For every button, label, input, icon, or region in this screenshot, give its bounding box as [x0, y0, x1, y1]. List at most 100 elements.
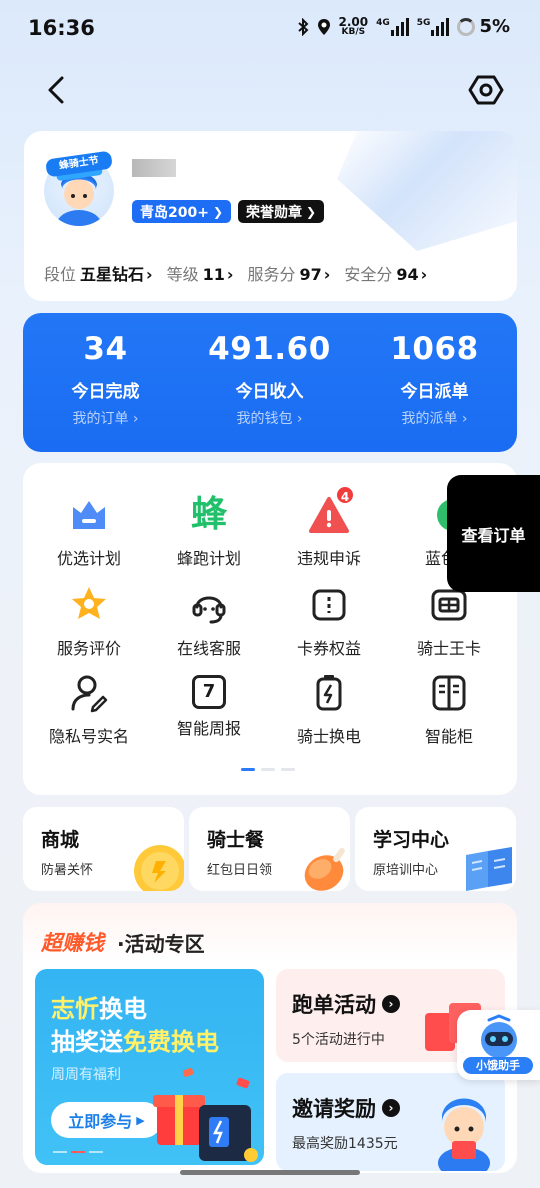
grid-item-label: 在线客服	[176, 639, 241, 658]
activity-title-highlight: 超赚钱	[41, 931, 104, 955]
join-now-label: 立即参与	[68, 1112, 133, 1131]
rider-mascot-icon	[438, 1098, 490, 1171]
grid-item-weekly-report[interactable]: 7 智能周报	[149, 671, 269, 739]
grid-item-privacy-realname[interactable]: 隐私号实名	[29, 671, 149, 747]
feature-grid-card: 优选计划 蜂 蜂跑计划 4 违规申诉 蓝色风 服务评价 在线客服 卡券权益	[23, 463, 517, 795]
signal-bars-icon	[390, 17, 409, 36]
summary-dispatched[interactable]: 1068 今日派单 我的派单 ›	[352, 331, 517, 428]
gift-battery-illustration	[153, 1068, 258, 1162]
chevron-right-icon: ❯	[212, 204, 224, 219]
promo-line-2b: 免费换电	[123, 1028, 219, 1056]
city-rank-chip[interactable]: 青岛200+ ❯	[132, 200, 232, 223]
summary-label: 今日收入	[235, 382, 304, 402]
star-badge-icon	[67, 583, 111, 627]
mini-card-rider-meal[interactable]: 骑士餐 红包日日领	[189, 807, 350, 891]
hexagon-settings-icon	[468, 75, 504, 105]
bluetooth-icon	[297, 17, 308, 36]
stat-value: 97	[299, 265, 322, 284]
stat-rank[interactable]: 段位 五星钻石 ›	[44, 261, 153, 285]
user-edit-icon	[67, 671, 111, 715]
grid-item-coupons[interactable]: 卡券权益	[269, 583, 389, 659]
arrow-right-icon: ›	[382, 1099, 400, 1117]
stat-value: 11	[202, 265, 225, 284]
grid-item-battery-swap[interactable]: 骑士换电	[269, 671, 389, 747]
mini-card-sub: 原培训中心	[373, 863, 439, 878]
alert-count-badge: 4	[335, 485, 355, 505]
activity-zone: 超赚钱 ·活动专区 志忻换电 抽奖送免费换电 周周有福利 立即参与 ▶ 跑单活动…	[23, 903, 517, 1173]
summary-link-label: 我的钱包	[236, 411, 293, 427]
stat-value: 五星钻石	[80, 265, 145, 284]
grid-item-label: 服务评价	[56, 639, 121, 658]
status-icons: 2.00 KB/S 4G 5G 5%	[297, 16, 510, 37]
open-book-icon	[466, 847, 512, 891]
promo-line-2a: 抽奖送	[51, 1028, 123, 1056]
stat-label: 段位	[44, 265, 77, 284]
status-bar: 16:36 2.00 KB/S 4G 5G 5%	[0, 0, 540, 56]
signal-4g: 4G	[376, 17, 409, 36]
battery: 5%	[457, 16, 510, 37]
stat-label: 安全分	[344, 265, 393, 284]
calendar-icon: 7	[192, 675, 226, 709]
summary-link[interactable]: 我的派单 ›	[352, 408, 517, 428]
assistant-label: 小饿助手	[463, 1057, 533, 1074]
home-indicator[interactable]	[180, 1170, 360, 1175]
grid-item-rider-card[interactable]: 骑士王卡	[389, 583, 509, 659]
summary-completed[interactable]: 34 今日完成 我的订单 ›	[23, 331, 188, 428]
summary-label: 今日派单	[400, 382, 469, 402]
grid-item-online-support[interactable]: 在线客服	[149, 583, 269, 659]
grid-item-label: 蜂跑计划	[176, 549, 241, 568]
mini-card-sub: 防暑关怀	[41, 863, 94, 878]
assistant-button[interactable]: 小饿助手	[457, 1010, 540, 1080]
grid-item-preferred-plan[interactable]: 优选计划	[29, 493, 149, 569]
invite-reward-card[interactable]: 邀请奖励 › 最高奖励1435元	[276, 1073, 505, 1171]
medal-chip-label: 荣誉勋章	[246, 204, 302, 221]
settings-button[interactable]	[466, 70, 506, 110]
summary-value: 34	[83, 331, 128, 367]
honor-medal-chip[interactable]: 荣誉勋章 ❯	[238, 200, 325, 223]
join-now-button[interactable]: 立即参与 ▶	[51, 1102, 162, 1138]
mini-card-learning-center[interactable]: 学习中心 原培训中心	[355, 807, 516, 891]
back-button[interactable]	[40, 72, 76, 108]
promo-banner[interactable]: 志忻换电 抽奖送免费换电 周周有福利 立即参与 ▶	[35, 969, 264, 1165]
robot-assistant-icon	[481, 1014, 517, 1058]
grid-item-label: 智能周报	[176, 719, 241, 738]
stat-safety-score[interactable]: 安全分 94 ›	[344, 261, 427, 285]
view-orders-button[interactable]: 查看订单	[447, 475, 540, 592]
calendar-day: 7	[202, 681, 216, 702]
grid-item-service-review[interactable]: 服务评价	[29, 583, 149, 659]
stat-level[interactable]: 等级 11 ›	[167, 261, 234, 285]
ticket-icon	[307, 583, 351, 627]
net1-label: 4G	[376, 17, 390, 28]
chevron-right-icon: ›	[323, 265, 331, 284]
mini-card-mall[interactable]: 商城 防暑关怀	[23, 807, 184, 891]
grid-item-label: 卡券权益	[296, 639, 361, 658]
network-speed: 2.00 KB/S	[339, 16, 369, 37]
bee-run-icon: 蜂	[190, 494, 227, 535]
grid-item-violation-appeal[interactable]: 4 违规申诉	[269, 485, 389, 569]
chevron-left-icon	[48, 76, 64, 104]
mini-card-title: 骑士餐	[207, 829, 265, 851]
promo-page-indicator	[53, 1151, 103, 1153]
battery-percent: 5%	[479, 16, 510, 37]
summary-income[interactable]: 491.60 今日收入 我的钱包 ›	[187, 331, 352, 428]
city-chip-label: 青岛200+	[140, 204, 209, 221]
grid-item-label: 骑士王卡	[416, 639, 481, 658]
grid-item-label: 骑士换电	[296, 727, 361, 746]
grid-item-smart-cabinet[interactable]: 智能柜	[389, 671, 509, 747]
grid-item-label: 优选计划	[56, 549, 121, 568]
summary-link[interactable]: 我的订单 ›	[23, 408, 188, 428]
stat-label: 等级	[166, 265, 199, 284]
grid-item-bee-run-plan[interactable]: 蜂 蜂跑计划	[149, 493, 269, 569]
grid-item-label: 智能柜	[424, 727, 473, 746]
stat-label: 服务分	[247, 265, 296, 284]
chevron-right-icon: ›	[146, 265, 153, 284]
mini-card-title: 学习中心	[373, 829, 450, 851]
profile-decoration	[337, 131, 517, 251]
grid-item-label: 违规申诉	[296, 549, 361, 568]
mini-card-sub: 红包日日领	[207, 863, 273, 878]
stat-service-score[interactable]: 服务分 97 ›	[248, 261, 331, 285]
activity-title: ·活动专区	[117, 932, 205, 956]
warning-triangle-icon: 4	[307, 485, 355, 537]
net2-label: 5G	[416, 17, 431, 28]
summary-link[interactable]: 我的钱包 ›	[187, 408, 352, 428]
